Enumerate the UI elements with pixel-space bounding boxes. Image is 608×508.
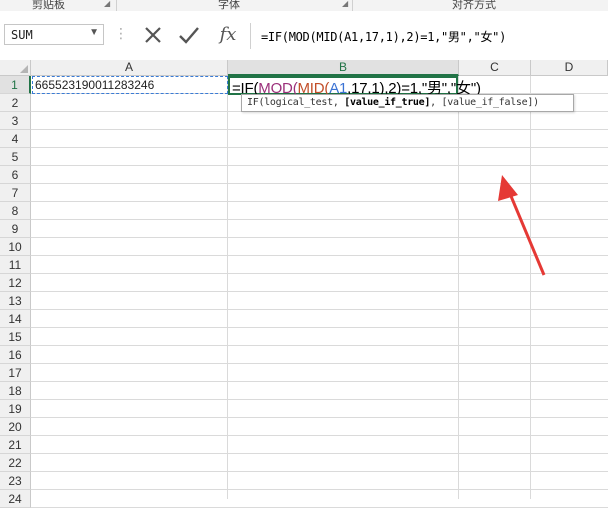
cancel-button[interactable] [140,23,166,47]
close-icon [145,27,161,43]
row-divider [31,363,608,364]
column-divider [530,76,531,499]
function-tooltip: IF(logical_test, [value_if_true], [value… [241,94,574,112]
column-header-a[interactable]: A [31,60,228,76]
row-header[interactable]: 22 [0,454,31,472]
row-header[interactable]: 20 [0,418,31,436]
ribbon-separator [116,0,117,11]
row-header[interactable]: 3 [0,112,31,130]
resize-handle-icon[interactable]: ⋮ [114,25,128,42]
row-divider [31,489,608,490]
column-header-c[interactable]: C [459,60,531,76]
tooltip-close-paren: ) [533,97,539,108]
row-header[interactable]: 11 [0,256,31,274]
column-divider [227,76,228,499]
formula-text: =IF(MOD(MID(A1,17,1),2)=1,"男","女") [261,30,506,44]
tooltip-arg-current[interactable]: [value_if_true] [344,97,430,108]
row-header[interactable]: 13 [0,292,31,310]
row-header[interactable]: 24 [0,490,31,508]
row-header[interactable]: 5 [0,148,31,166]
row-header[interactable]: 9 [0,220,31,238]
row-divider [31,471,608,472]
row-divider [31,417,608,418]
row-header[interactable]: 2 [0,94,31,112]
formula-bar: SUM ▼ ⋮ fx =IF(MOD(MID(A1,17,1),2)=1,"男"… [0,11,608,60]
row-header[interactable]: 19 [0,400,31,418]
cell-a1[interactable]: 665523190011283246 [32,76,228,94]
row-header[interactable]: 7 [0,184,31,202]
row-divider [31,165,608,166]
name-box[interactable]: SUM ▼ [4,24,104,45]
tooltip-sep: , [430,97,442,108]
worksheet-grid[interactable]: A B C D 1 2 3 4 5 6 7 8 9 10 11 12 13 14 15 16 17 18 19 20 2… [0,60,608,508]
name-box-value: SUM [11,28,33,42]
column-header-d[interactable]: D [531,60,608,76]
row-header[interactable]: 16 [0,346,31,364]
row-divider [31,435,608,436]
row-header[interactable]: 14 [0,310,31,328]
tooltip-fn: IF( [247,97,265,108]
enter-button[interactable] [176,23,202,47]
dialog-launcher-icon[interactable]: ◢ [104,0,112,8]
row-header[interactable]: 6 [0,166,31,184]
row-header[interactable]: 8 [0,202,31,220]
row-header[interactable]: 10 [0,238,31,256]
tooltip-arg[interactable]: [value_if_false] [442,97,534,108]
row-divider [31,381,608,382]
column-divider [458,76,459,499]
column-header-b[interactable]: B [228,60,459,76]
row-header[interactable]: 15 [0,328,31,346]
row-divider [31,129,608,130]
row-header[interactable]: 18 [0,382,31,400]
select-all-button[interactable] [0,60,31,76]
tooltip-sep: , [332,97,345,108]
insert-function-button[interactable]: fx [214,23,242,47]
annotation-arrow-icon [498,175,546,276]
row-divider [31,345,608,346]
row-divider [31,327,608,328]
row-header[interactable]: 21 [0,436,31,454]
row-divider [31,453,608,454]
row-header[interactable]: 23 [0,472,31,490]
row-header[interactable]: 4 [0,130,31,148]
check-icon [179,27,199,44]
tooltip-arg[interactable]: logical_test [264,97,333,108]
chevron-down-icon[interactable]: ▼ [89,27,99,38]
function-tooltip-text: IF(logical_test, [value_if_true], [value… [247,97,539,108]
row-divider [31,399,608,400]
row-header[interactable]: 1 [0,76,31,94]
formula-input[interactable]: =IF(MOD(MID(A1,17,1),2)=1,"男","女") [250,23,608,49]
row-divider [31,291,608,292]
row-divider [31,147,608,148]
row-header[interactable]: 12 [0,274,31,292]
ribbon-separator [352,0,353,11]
cell-a1-value: 665523190011283246 [35,78,155,92]
row-divider [31,309,608,310]
dialog-launcher-icon[interactable]: ◢ [342,0,350,8]
row-header[interactable]: 17 [0,364,31,382]
cell-b1-editing[interactable]: =IF(MOD(MID(A1,17,1),2)=1,"男","女") [228,76,481,97]
